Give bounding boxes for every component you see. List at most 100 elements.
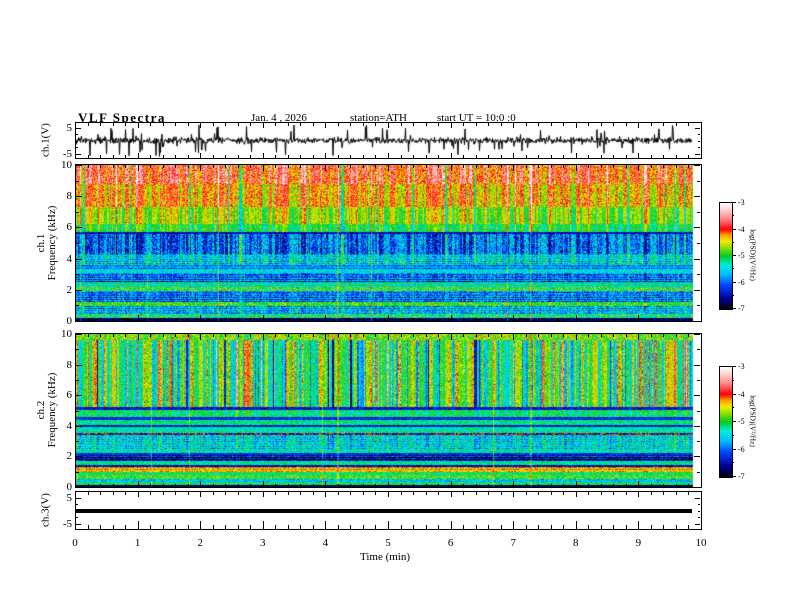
tick-mark [300, 123, 301, 126]
tick-mark [626, 525, 627, 529]
tick-mark [401, 155, 402, 158]
tick-mark [688, 165, 689, 168]
ch1-spectrogram-image [76, 165, 701, 321]
x-tick-label: 7 [510, 537, 516, 549]
colorbar-tick-label: -5 [738, 251, 745, 260]
tick-mark [200, 123, 201, 128]
tick-mark [225, 318, 226, 321]
ch2-spec-ylabel: ch.2 Frequency (kHz) [35, 372, 58, 448]
tick-mark [401, 492, 402, 495]
tick-mark [613, 492, 614, 495]
tick-mark [526, 525, 527, 529]
tick-mark [76, 456, 82, 457]
tick-mark [76, 411, 79, 412]
tick-mark [275, 525, 276, 529]
tick-mark [413, 123, 414, 126]
tick-mark [426, 484, 427, 487]
tick-mark [697, 181, 700, 182]
tick-mark [576, 315, 577, 321]
ch2-spec-ylabel-line2: Frequency (kHz) [46, 372, 58, 448]
tick-mark [476, 334, 477, 337]
tick-mark [225, 484, 226, 487]
tick-mark [695, 524, 700, 525]
tick-mark [76, 147, 78, 148]
tick-mark [300, 155, 301, 158]
tick-mark [526, 318, 527, 321]
tick-mark [375, 123, 376, 126]
tick-mark [501, 484, 502, 487]
tick-mark [275, 123, 276, 126]
tick-mark [563, 155, 564, 158]
tick-mark [388, 123, 389, 128]
tick-mark [263, 153, 264, 158]
tick-mark [651, 492, 652, 495]
tick-mark [576, 521, 577, 529]
tick-mark [75, 492, 76, 497]
tick-mark [338, 334, 339, 337]
tick-mark [501, 334, 502, 337]
tick-mark [688, 525, 689, 529]
tick-mark [363, 155, 364, 158]
tick-mark [401, 484, 402, 487]
tick-mark [638, 315, 639, 321]
tick-mark [375, 165, 376, 168]
tick-mark [76, 243, 79, 244]
tick-mark [463, 334, 464, 337]
tick-mark [388, 334, 389, 340]
tick-mark [100, 155, 101, 158]
tick-mark [676, 155, 677, 158]
tick-mark [150, 155, 151, 158]
tick-mark [88, 318, 89, 321]
tick-mark [175, 123, 176, 126]
tick-mark [238, 525, 239, 529]
tick-mark [238, 123, 239, 126]
x-axis-title: Time (min) [360, 551, 411, 563]
tick-mark [76, 134, 78, 135]
tick-mark [76, 504, 78, 505]
tick-mark [225, 525, 226, 529]
tick-mark [188, 492, 189, 495]
tick-mark [438, 123, 439, 126]
tick-mark [325, 165, 326, 171]
tick-mark [551, 123, 552, 126]
tick-mark [732, 421, 736, 422]
ch2-spectrogram-panel [75, 333, 702, 488]
tick-mark [694, 334, 700, 335]
tick-mark [701, 481, 702, 487]
tick-mark [698, 517, 700, 518]
tick-mark [451, 165, 452, 171]
x-tick-label: 5 [385, 537, 391, 549]
tick-mark [175, 525, 176, 529]
tick-mark [250, 155, 251, 158]
tick-mark [576, 334, 577, 340]
tick-mark [138, 123, 139, 128]
tick-mark [76, 349, 79, 350]
tick-mark [163, 123, 164, 126]
tick-mark [688, 492, 689, 495]
tick-mark [76, 259, 82, 260]
tick-mark [401, 165, 402, 168]
tick-mark [638, 165, 639, 171]
tick-mark [551, 165, 552, 168]
tick-mark [651, 155, 652, 158]
tick-mark [732, 380, 734, 381]
tick-mark [150, 484, 151, 487]
tick-mark [113, 492, 114, 495]
tick-mark [200, 153, 201, 158]
colorbar-tick-label: -6 [738, 444, 745, 454]
tick-mark [375, 525, 376, 529]
tick-mark [513, 315, 514, 321]
tick-mark [325, 153, 326, 158]
tick-mark [200, 315, 201, 321]
tick-mark [601, 492, 602, 495]
tick-mark [225, 165, 226, 168]
y-tick-label: 5 [66, 121, 73, 134]
tick-mark [676, 484, 677, 487]
tick-mark [663, 525, 664, 529]
tick-mark [200, 334, 201, 340]
tick-mark [200, 481, 201, 487]
tick-mark [363, 165, 364, 168]
tick-mark [451, 334, 452, 340]
tick-mark [538, 484, 539, 487]
tick-mark [732, 242, 734, 243]
